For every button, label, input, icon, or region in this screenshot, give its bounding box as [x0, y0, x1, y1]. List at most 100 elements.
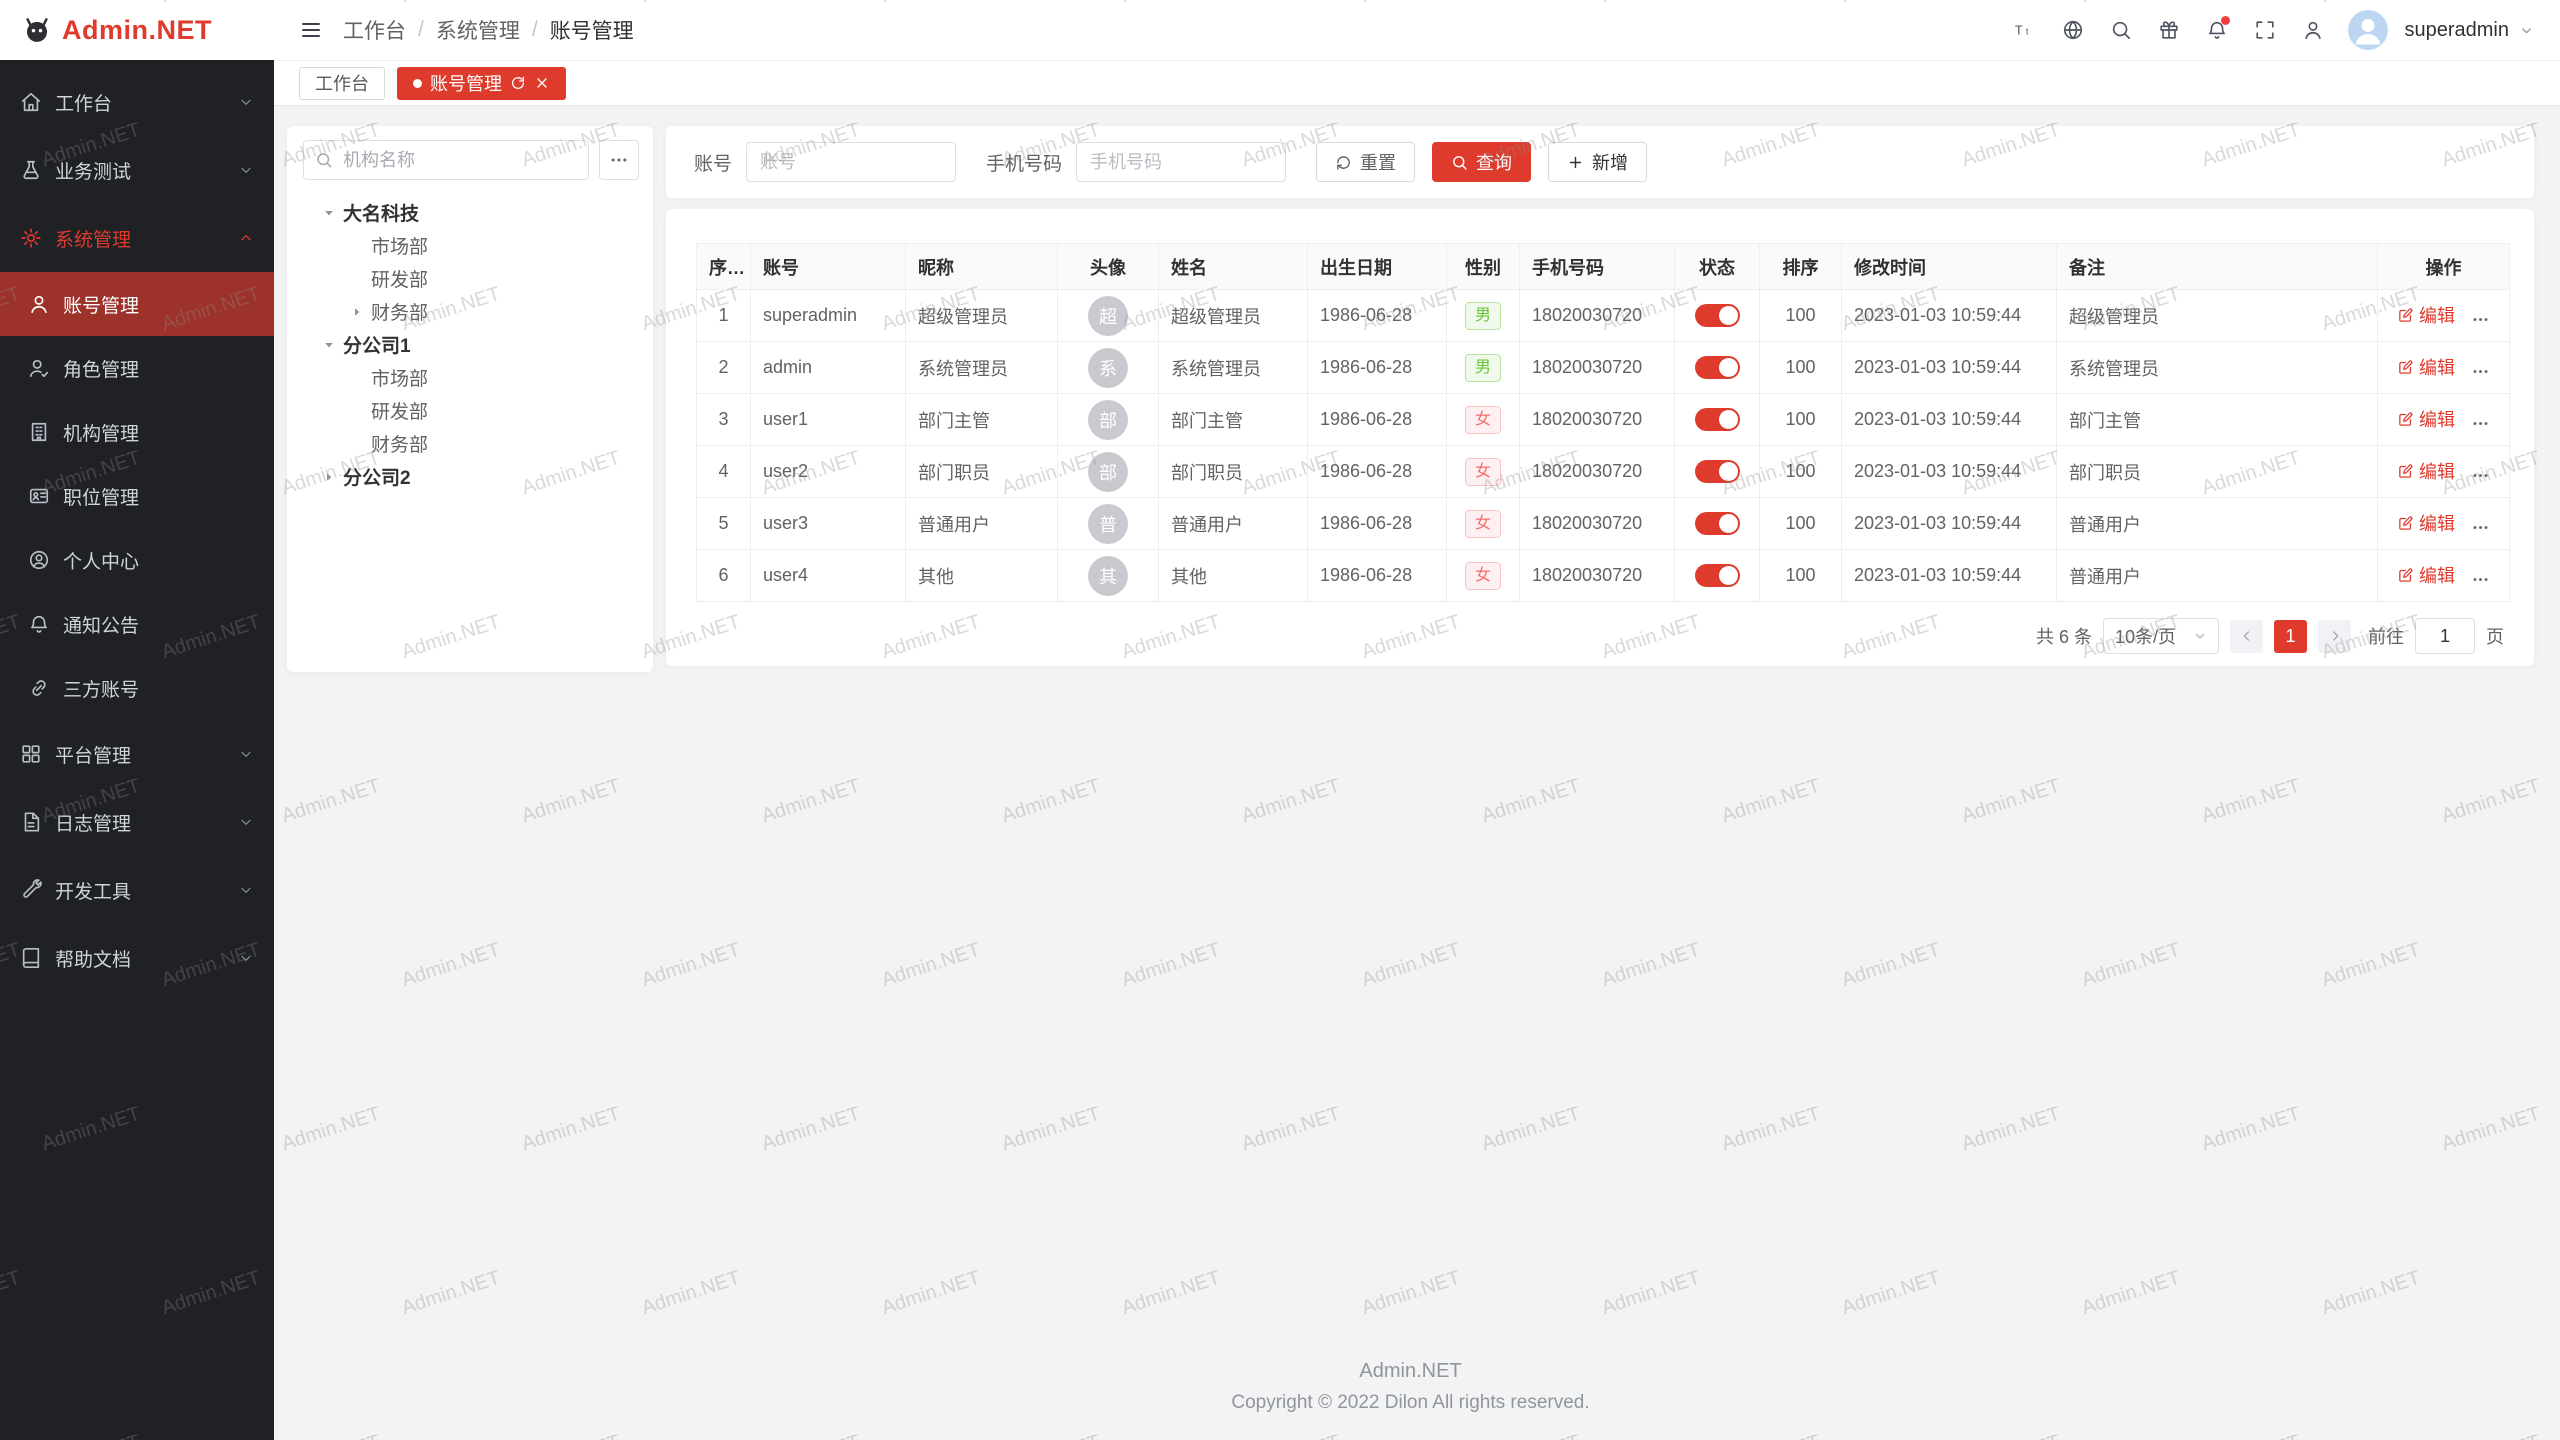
page-unit-label: 页 [2486, 623, 2504, 649]
cell-avatar: 部 [1058, 394, 1159, 446]
cell-remark: 普通用户 [2057, 498, 2378, 550]
search-button[interactable] [2100, 9, 2142, 51]
table-header-7: 手机号码 [1520, 244, 1675, 290]
tree-node[interactable]: 市场部 [303, 229, 637, 262]
next-page-button[interactable] [2318, 620, 2351, 653]
sidebar-item-devtools[interactable]: 开发工具 [0, 856, 274, 924]
filter-bar: 账号 手机号码 重置 [666, 126, 2534, 198]
goto-page-input[interactable] [2415, 618, 2475, 654]
link-icon [28, 677, 50, 699]
cell-birth: 1986-06-28 [1308, 446, 1447, 498]
page-1-button[interactable]: 1 [2274, 620, 2307, 653]
tree-node-label: 财务部 [371, 430, 428, 457]
account-input[interactable] [746, 142, 956, 182]
sidebar-item-workbench[interactable]: 工作台 [0, 68, 274, 136]
reset-button[interactable]: 重置 [1316, 142, 1415, 182]
org-search-input[interactable] [341, 149, 577, 172]
collapse-menu-icon[interactable] [299, 18, 323, 42]
chevron-down-icon [238, 746, 254, 762]
sidebar-subitem-profile-center[interactable]: 个人中心 [0, 528, 274, 592]
edit-button[interactable]: 编辑 [2397, 510, 2455, 536]
logo-text: Admin.NET [62, 15, 212, 46]
caret-right-icon[interactable] [348, 304, 366, 320]
add-button[interactable]: 新增 [1548, 142, 1647, 182]
tab-workbench[interactable]: 工作台 [299, 67, 385, 100]
status-toggle[interactable] [1695, 460, 1740, 483]
sidebar-subitem-org[interactable]: 机构管理 [0, 400, 274, 464]
tree-node[interactable]: 财务部 [303, 295, 637, 328]
status-toggle[interactable] [1695, 356, 1740, 379]
sidebar-item-system[interactable]: 系统管理 [0, 204, 274, 272]
sidebar-subitem-role[interactable]: 角色管理 [0, 336, 274, 400]
table-row-user3: 5user3普通用户普普通用户1986-06-28女18020030720100… [697, 498, 2510, 550]
status-toggle[interactable] [1695, 564, 1740, 587]
edit-button[interactable]: 编辑 [2397, 302, 2455, 328]
user-avatar-image[interactable] [2348, 10, 2388, 50]
query-label: 查询 [1476, 149, 1512, 175]
table-header-10: 修改时间 [1842, 244, 2057, 290]
table-row-user1: 3user1部门主管部部门主管1986-06-28女18020030720100… [697, 394, 2510, 446]
row-more-button[interactable] [2471, 414, 2490, 433]
logo[interactable]: Admin.NET [0, 0, 274, 60]
gender-badge: 男 [1465, 302, 1501, 330]
page-size-select[interactable]: 10条/页 [2103, 618, 2219, 654]
status-toggle[interactable] [1695, 512, 1740, 535]
edit-button[interactable]: 编辑 [2397, 458, 2455, 484]
row-more-button[interactable] [2471, 310, 2490, 329]
edit-button[interactable]: 编辑 [2397, 354, 2455, 380]
breadcrumb-item-workbench[interactable]: 工作台 [343, 15, 406, 45]
plus-icon [1567, 154, 1584, 171]
cell-actions: 编辑 [2378, 394, 2510, 446]
gift-button[interactable] [2148, 9, 2190, 51]
caret-down-icon[interactable] [320, 205, 338, 221]
text-size-button[interactable]: Tt [2004, 9, 2046, 51]
phone-input[interactable] [1076, 142, 1286, 182]
sidebar-subitem-label: 角色管理 [63, 355, 254, 382]
row-more-button[interactable] [2471, 518, 2490, 537]
breadcrumb-item-system[interactable]: 系统管理 [436, 15, 520, 45]
sidebar-item-business-test[interactable]: 业务测试 [0, 136, 274, 204]
sidebar-subitem-notice[interactable]: 通知公告 [0, 592, 274, 656]
sidebar-subitem-account[interactable]: 账号管理 [0, 272, 274, 336]
gender-badge: 女 [1465, 510, 1501, 538]
sidebar-subitem-label: 三方账号 [63, 675, 254, 702]
tree-node[interactable]: 市场部 [303, 361, 637, 394]
refresh-tab-icon[interactable] [510, 75, 526, 91]
tree-more-button[interactable] [599, 140, 639, 180]
tree-node[interactable]: 财务部 [303, 427, 637, 460]
pagination-total: 共 6 条 [2036, 623, 2092, 649]
status-toggle[interactable] [1695, 408, 1740, 431]
fullscreen-button[interactable] [2244, 9, 2286, 51]
tab-account-management[interactable]: 账号管理 [397, 67, 566, 100]
caret-right-icon[interactable] [320, 469, 338, 485]
username[interactable]: superadmin [2404, 19, 2509, 42]
prev-page-button[interactable] [2230, 620, 2263, 653]
org-tree-toolbar [303, 140, 637, 180]
sidebar-item-docs[interactable]: 帮助文档 [0, 924, 274, 992]
row-more-button[interactable] [2471, 362, 2490, 381]
edit-button[interactable]: 编辑 [2397, 406, 2455, 432]
sidebar-subitem-position[interactable]: 职位管理 [0, 464, 274, 528]
sidebar-item-log[interactable]: 日志管理 [0, 788, 274, 856]
sidebar-item-platform[interactable]: 平台管理 [0, 720, 274, 788]
tree-node[interactable]: 分公司1 [303, 328, 637, 361]
tree-node[interactable]: 大名科技 [303, 196, 637, 229]
sidebar-subitem-third-account[interactable]: 三方账号 [0, 656, 274, 720]
table-header-2: 昵称 [906, 244, 1058, 290]
status-toggle[interactable] [1695, 304, 1740, 327]
tree-node[interactable]: 研发部 [303, 262, 637, 295]
profile-button[interactable] [2292, 9, 2334, 51]
language-button[interactable] [2052, 9, 2094, 51]
edit-button[interactable]: 编辑 [2397, 562, 2455, 588]
row-more-button[interactable] [2471, 570, 2490, 589]
user-icon [28, 293, 50, 315]
tree-node[interactable]: 分公司2 [303, 460, 637, 493]
tree-node[interactable]: 研发部 [303, 394, 637, 427]
caret-down-icon[interactable] [320, 337, 338, 353]
tree-node-label: 研发部 [371, 397, 428, 424]
query-button[interactable]: 查询 [1432, 142, 1531, 182]
close-tab-icon[interactable] [534, 75, 550, 91]
chevron-down-icon[interactable] [2519, 23, 2534, 38]
notification-button[interactable] [2196, 9, 2238, 51]
row-more-button[interactable] [2471, 466, 2490, 485]
